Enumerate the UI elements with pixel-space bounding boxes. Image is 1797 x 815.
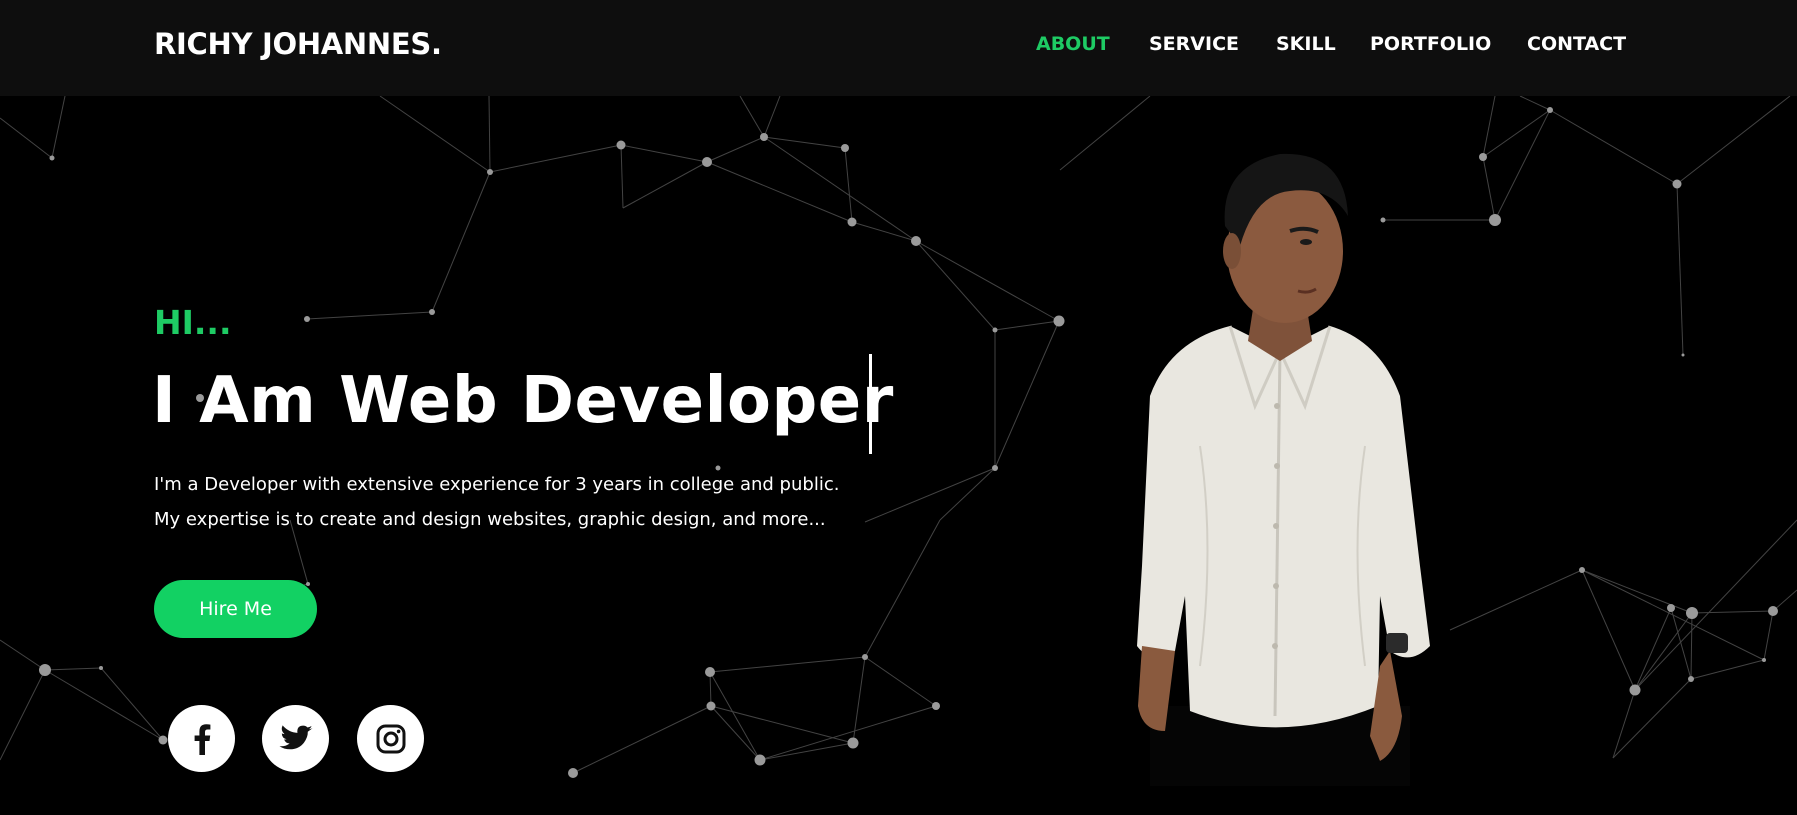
facebook-link[interactable]: [168, 705, 235, 772]
nav-link-skill[interactable]: SKILL: [1276, 33, 1336, 55]
hero-headline: I Am Web Developer: [152, 364, 894, 438]
hero-greeting: HI...: [154, 303, 232, 342]
twitter-link[interactable]: [262, 705, 329, 772]
navbar: RICHY JOHANNES. ABOUT SERVICE SKILL PORT…: [0, 0, 1797, 96]
hero-bio-line-2: My expertise is to create and design web…: [154, 509, 826, 530]
instagram-icon: [376, 724, 405, 753]
nav-link-service[interactable]: SERVICE: [1149, 33, 1239, 55]
typing-caret: [869, 354, 872, 454]
site-logo[interactable]: RICHY JOHANNES.: [154, 27, 442, 61]
nav-link-about[interactable]: ABOUT: [1036, 33, 1110, 55]
page: RICHY JOHANNES. ABOUT SERVICE SKILL PORT…: [0, 0, 1797, 815]
twitter-icon: [279, 724, 312, 749]
nav-link-contact[interactable]: CONTACT: [1527, 33, 1626, 55]
facebook-icon: [194, 723, 210, 755]
hero-section: HI... I Am Web Developer I'm a Developer…: [0, 96, 1797, 815]
instagram-link[interactable]: [357, 705, 424, 772]
hero-bio-line-1: I'm a Developer with extensive experienc…: [154, 474, 840, 495]
hire-me-button[interactable]: Hire Me: [154, 580, 317, 638]
nav-link-portfolio[interactable]: PORTFOLIO: [1370, 33, 1491, 55]
